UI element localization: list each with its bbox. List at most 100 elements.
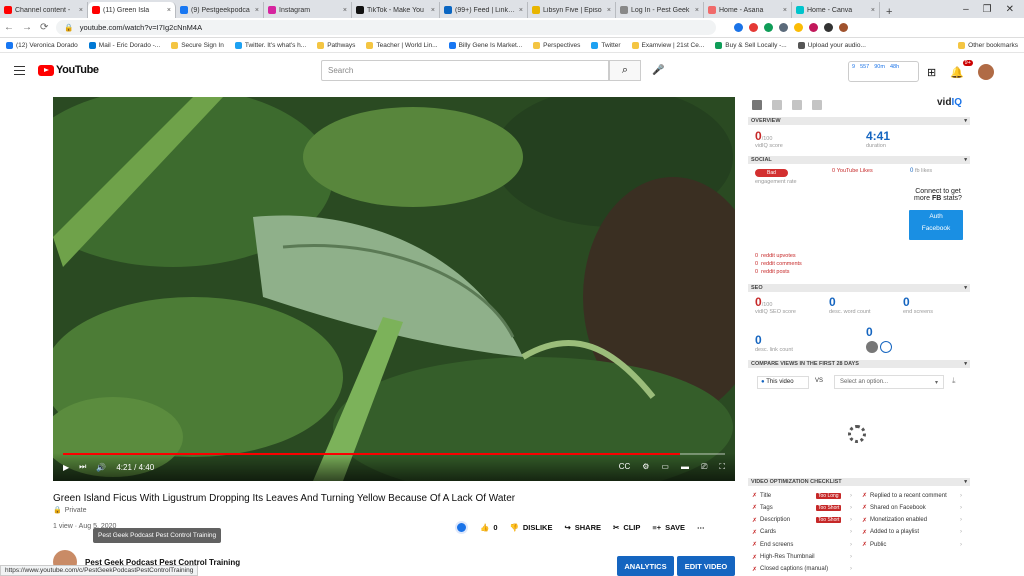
auth-facebook-button[interactable]: Auth Facebook — [909, 210, 963, 240]
back-icon[interactable]: ← — [4, 22, 14, 33]
close-tab-icon[interactable]: × — [255, 7, 259, 14]
reload-icon[interactable]: ⟳ — [40, 22, 48, 33]
other-bookmarks[interactable]: Other bookmarks — [958, 41, 1018, 49]
youtube-logo[interactable]: YouTube — [38, 64, 99, 76]
miniplayer-icon[interactable]: ▭ — [661, 462, 669, 472]
checklist-item[interactable]: ✗ Replied to a recent comment › — [862, 492, 968, 500]
settings-icon[interactable]: ⚙ — [642, 462, 649, 472]
download-icon[interactable]: ⤓ — [952, 376, 956, 386]
compare-select[interactable]: Select an option... ▾ — [834, 375, 944, 389]
browser-tab[interactable]: (99+) Feed | Linkedi × — [440, 2, 528, 18]
extension-icon[interactable] — [779, 23, 789, 32]
edit-video-button[interactable]: EDIT VIDEO — [677, 556, 735, 576]
menu-icon[interactable] — [14, 66, 25, 75]
browser-tab[interactable]: Libsyn Five | Episo × — [528, 2, 616, 18]
analytics-button[interactable]: ANALYTICS — [617, 556, 674, 576]
vidiq-icon[interactable] — [455, 521, 468, 534]
bookmark-item[interactable]: Secure Sign In — [171, 41, 224, 49]
checklist-item[interactable]: ✗ Shared on Facebook › — [862, 504, 968, 512]
bookmark-item[interactable]: Twitter — [591, 41, 621, 49]
bookmark-item[interactable]: Twitter. It's what's h... — [234, 41, 306, 49]
seo-header[interactable]: SEO — [748, 284, 970, 292]
social-header[interactable]: Social — [748, 156, 970, 164]
clip-button[interactable]: ✂ CLIP — [613, 523, 640, 532]
close-tab-icon[interactable]: × — [79, 7, 83, 14]
microphone-icon[interactable]: 🎤 — [652, 65, 664, 76]
notifications-icon[interactable]: 🔔 9+ — [950, 59, 973, 79]
forward-icon[interactable]: → — [22, 22, 32, 33]
play-icon[interactable]: ▶ — [63, 463, 69, 472]
extension-icon[interactable] — [734, 23, 744, 32]
checklist-header[interactable]: Video optimization checklist — [748, 478, 970, 486]
youtube-icon[interactable] — [772, 100, 782, 110]
extension-icon[interactable] — [824, 23, 834, 32]
extension-icon[interactable] — [764, 23, 774, 32]
this-video-chip[interactable]: ● This video — [757, 376, 809, 389]
bookmark-item[interactable]: Teacher | World Lin... — [366, 41, 438, 49]
save-button[interactable]: ≡+ SAVE — [652, 523, 685, 532]
compare-header[interactable]: Compare views in the first 28 days — [748, 360, 970, 368]
bookmark-item[interactable]: Pathways — [317, 41, 355, 49]
bookmark-item[interactable]: Perspectives — [533, 41, 580, 49]
checklist-item[interactable]: ✗ Cards › — [752, 529, 856, 536]
lock-icon[interactable]: 🔒 — [64, 23, 73, 32]
more-icon[interactable]: ⋯ — [697, 523, 705, 532]
checklist-item[interactable]: ✗ End screens › — [752, 541, 856, 549]
extension-icon[interactable] — [794, 23, 804, 32]
theater-icon[interactable]: ▬ — [681, 462, 689, 472]
close-tab-icon[interactable]: × — [167, 7, 171, 14]
url-field[interactable]: 🔒 youtube.com/watch?v=I7Ig2cNnM4A — [56, 20, 717, 35]
like-button[interactable]: 👍 0 — [480, 523, 498, 532]
bookmark-item[interactable]: Buy & Sell Locally -... — [715, 41, 787, 49]
browser-tab[interactable]: Home - Canva × — [792, 2, 880, 18]
next-icon[interactable]: ⏭ — [79, 462, 86, 472]
fullscreen-icon[interactable]: ⛶ — [719, 462, 725, 472]
grid-icon[interactable] — [752, 100, 762, 110]
bookmark-item[interactable]: (12) Veronica Dorado — [6, 41, 78, 49]
captions-button[interactable]: CC — [619, 462, 631, 472]
extension-icon[interactable] — [809, 23, 819, 32]
trend-icon[interactable] — [812, 100, 822, 110]
search-button[interactable]: ⌕ — [609, 60, 641, 81]
volume-icon[interactable]: 🔊 — [96, 463, 106, 472]
browser-tab[interactable]: Home - Asana × — [704, 2, 792, 18]
close-tab-icon[interactable]: × — [607, 7, 611, 14]
profile-icon[interactable] — [839, 23, 849, 32]
bookmark-item[interactable]: Upload your audio... — [797, 41, 866, 49]
new-tab-button[interactable]: + — [880, 6, 898, 18]
checklist-item[interactable]: ✗ Public › — [862, 541, 968, 549]
avatar[interactable] — [977, 64, 994, 80]
browser-tab[interactable]: Log In - Pest Geek × — [616, 2, 704, 18]
minimize-button[interactable]: – — [963, 4, 969, 15]
close-tab-icon[interactable]: × — [343, 7, 347, 14]
browser-tab[interactable]: Channel content - × — [0, 2, 88, 18]
checklist-item[interactable]: ✗ High-Res Thumbnail › — [752, 554, 856, 561]
close-tab-icon[interactable]: × — [519, 7, 523, 14]
checklist-item[interactable]: ✗ Added to a playlist › — [862, 529, 968, 536]
add-user-icon[interactable] — [880, 341, 892, 353]
create-video-icon[interactable]: ⊞ — [927, 66, 936, 79]
maximize-button[interactable]: ❐ — [983, 4, 992, 15]
checklist-item[interactable]: ✗ Closed captions (manual) › — [752, 566, 856, 573]
bookmark-item[interactable]: Billy Gene Is Market... — [448, 41, 522, 49]
close-tab-icon[interactable]: × — [695, 7, 699, 14]
close-window-button[interactable]: ✕ — [1006, 4, 1014, 15]
browser-tab[interactable]: Instagram × — [264, 2, 352, 18]
overview-header[interactable]: Overview — [748, 117, 970, 125]
dislike-button[interactable]: 👎 DISLIKE — [510, 523, 553, 532]
browser-tab[interactable]: TikTok - Make You × — [352, 2, 440, 18]
checklist-item[interactable]: ✗ Title Too Long › — [752, 492, 856, 499]
bookmark-item[interactable]: Examview | 21st Ce... — [631, 41, 704, 49]
share-button[interactable]: ↪ SHARE — [564, 523, 601, 532]
checklist-item[interactable]: ✗ Monetization enabled › — [862, 517, 968, 524]
video-player[interactable]: ▶ ⏭ 🔊 4:21 / 4:40 CC ⚙ ▭ ▬ ⎚ ⛶ — [53, 97, 735, 481]
bookmark-item[interactable]: Mail - Eric Dorado -... — [88, 41, 160, 49]
twitter-icon[interactable] — [792, 100, 802, 110]
browser-tab[interactable]: (11) Green Isla × — [88, 2, 176, 18]
checklist-item[interactable]: ✗ Tags Too Short › — [752, 504, 856, 511]
close-tab-icon[interactable]: × — [871, 7, 875, 14]
checklist-item[interactable]: ✗ Description Too Short › — [752, 517, 856, 524]
extension-icon[interactable] — [749, 23, 759, 32]
close-tab-icon[interactable]: × — [431, 7, 435, 14]
vidiq-badge[interactable]: 9 557 90m 48h — [848, 61, 919, 82]
